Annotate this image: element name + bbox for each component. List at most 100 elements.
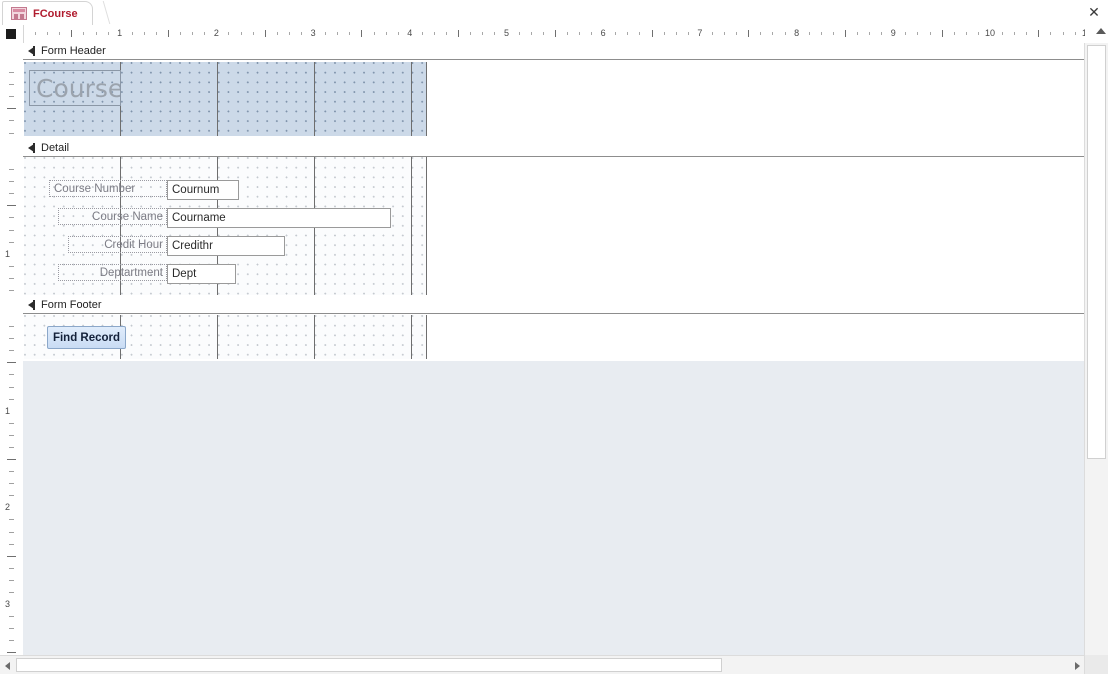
ruler-tick — [228, 32, 230, 35]
textbox-cournum[interactable]: Cournum — [167, 180, 239, 200]
ruler-tick — [47, 32, 49, 35]
section-bar-form-header[interactable]: Form Header — [23, 43, 1085, 60]
close-icon[interactable]: ✕ — [1084, 2, 1104, 22]
ruler-tick — [1074, 32, 1076, 35]
ruler-tick — [180, 32, 182, 35]
ruler-tick — [9, 326, 14, 328]
ruler-tick — [9, 265, 14, 267]
ruler-tick — [482, 32, 484, 35]
scroll-up-arrow-icon[interactable] — [1096, 28, 1106, 34]
ruler-tick — [554, 30, 556, 37]
ruler-tick — [929, 32, 931, 35]
scroll-left-arrow-icon[interactable] — [0, 657, 15, 674]
ruler-tick — [711, 32, 713, 35]
ruler-tick — [9, 350, 14, 352]
label-credit-hour[interactable]: Credit Hour — [68, 236, 167, 253]
ruler-tick — [9, 289, 14, 291]
label-course-name[interactable]: Course Name — [58, 208, 167, 225]
ruler-tick — [494, 32, 496, 35]
ruler-tick — [9, 471, 14, 473]
ruler-tick — [325, 32, 327, 35]
textbox-credithr[interactable]: Credithr — [167, 236, 285, 256]
ruler-tick — [240, 32, 242, 35]
ruler-corner-selector[interactable] — [0, 25, 24, 43]
ruler-tick — [9, 543, 14, 545]
vertical-ruler: 1 1 2 3 — [0, 43, 24, 655]
ruler-tick — [941, 30, 943, 37]
horizontal-ruler: 1 2 3 4 5 6 7 8 9 10 11 — [0, 25, 1108, 44]
ruler-number: 2 — [5, 502, 11, 513]
textbox-dept[interactable]: Dept — [167, 264, 236, 284]
ruler-tick — [869, 32, 871, 35]
ruler-tick — [965, 32, 967, 35]
detail-canvas[interactable]: Course Number Cournum Course Name Courna… — [24, 157, 427, 295]
ruler-number: 1 — [117, 28, 123, 38]
ruler-number: 1 — [5, 248, 11, 259]
section-expander-icon — [27, 142, 37, 154]
gridline — [411, 315, 412, 359]
ruler-number: 4 — [407, 28, 413, 38]
scroll-right-arrow-icon[interactable] — [1070, 657, 1085, 674]
ruler-tick — [276, 32, 278, 35]
ruler-tick — [9, 338, 14, 340]
section-bar-form-footer[interactable]: Form Footer — [23, 297, 1085, 314]
horizontal-scrollbar-thumb[interactable] — [16, 658, 722, 672]
document-tab-bar: FCourse ✕ — [0, 0, 1108, 26]
vertical-scrollbar-thumb[interactable] — [1087, 45, 1106, 459]
section-body-detail[interactable]: Course Number Cournum Course Name Courna… — [23, 157, 1085, 297]
header-title-label[interactable]: Courses — [29, 70, 121, 106]
textbox-courname[interactable]: Courname — [167, 208, 391, 228]
ruler-number: 6 — [600, 28, 606, 38]
ruler-tick — [7, 108, 16, 110]
ruler-tick — [192, 32, 194, 35]
ruler-number: 10 — [984, 28, 996, 38]
ruler-tick — [9, 531, 14, 533]
label-course-number[interactable]: Course Number — [49, 180, 167, 197]
ruler-tick — [542, 32, 544, 35]
footer-canvas[interactable]: Find Record — [24, 315, 427, 359]
ruler-tick — [458, 30, 460, 37]
ruler-tick — [9, 229, 14, 231]
ruler-tick — [337, 32, 339, 35]
ruler-tick — [7, 459, 16, 461]
ruler-tick — [9, 84, 14, 86]
section-body-form-header[interactable]: Courses — [23, 60, 1085, 140]
ruler-tick — [977, 32, 979, 35]
form-selector-icon — [6, 29, 16, 39]
ruler-tick — [9, 181, 14, 183]
ruler-tick — [784, 32, 786, 35]
ruler-tick — [518, 32, 520, 35]
ruler-tick — [9, 446, 14, 448]
ruler-tick — [264, 30, 266, 37]
section-body-form-footer[interactable]: Find Record — [23, 314, 1085, 361]
ruler-section-gap — [0, 140, 23, 157]
find-record-button[interactable]: Find Record — [47, 326, 126, 349]
ruler-tick — [71, 30, 73, 37]
tab-label: FCourse — [33, 7, 78, 20]
horizontal-scrollbar[interactable] — [0, 655, 1108, 674]
ruler-tick — [397, 32, 399, 35]
ruler-tick — [724, 32, 726, 35]
ruler-number: 11 — [1082, 28, 1085, 38]
section-bar-detail[interactable]: Detail — [23, 140, 1085, 157]
vertical-scrollbar[interactable] — [1084, 43, 1108, 655]
section-label-form-header: Form Header — [41, 45, 106, 57]
ruler-tick — [373, 32, 375, 35]
ruler-tick — [9, 483, 14, 485]
ruler-tick — [143, 32, 145, 35]
ruler-tick — [288, 32, 290, 35]
ruler-tick — [446, 32, 448, 35]
gridline — [314, 315, 315, 359]
ruler-tick — [820, 32, 822, 35]
header-canvas[interactable]: Courses — [24, 62, 427, 136]
tab-fcourse[interactable]: FCourse — [2, 1, 93, 25]
form-design-surface[interactable]: Form Header Courses Detail Course Number… — [23, 43, 1085, 655]
ruler-number: 3 — [310, 28, 316, 38]
section-expander-icon — [27, 299, 37, 311]
form-design-icon — [11, 7, 27, 20]
ruler-tick — [1062, 32, 1064, 35]
ruler-number: 2 — [213, 28, 219, 38]
label-deptartment[interactable]: Deptartment — [58, 264, 167, 281]
ruler-number: 9 — [890, 28, 896, 38]
ruler-tick — [470, 32, 472, 35]
